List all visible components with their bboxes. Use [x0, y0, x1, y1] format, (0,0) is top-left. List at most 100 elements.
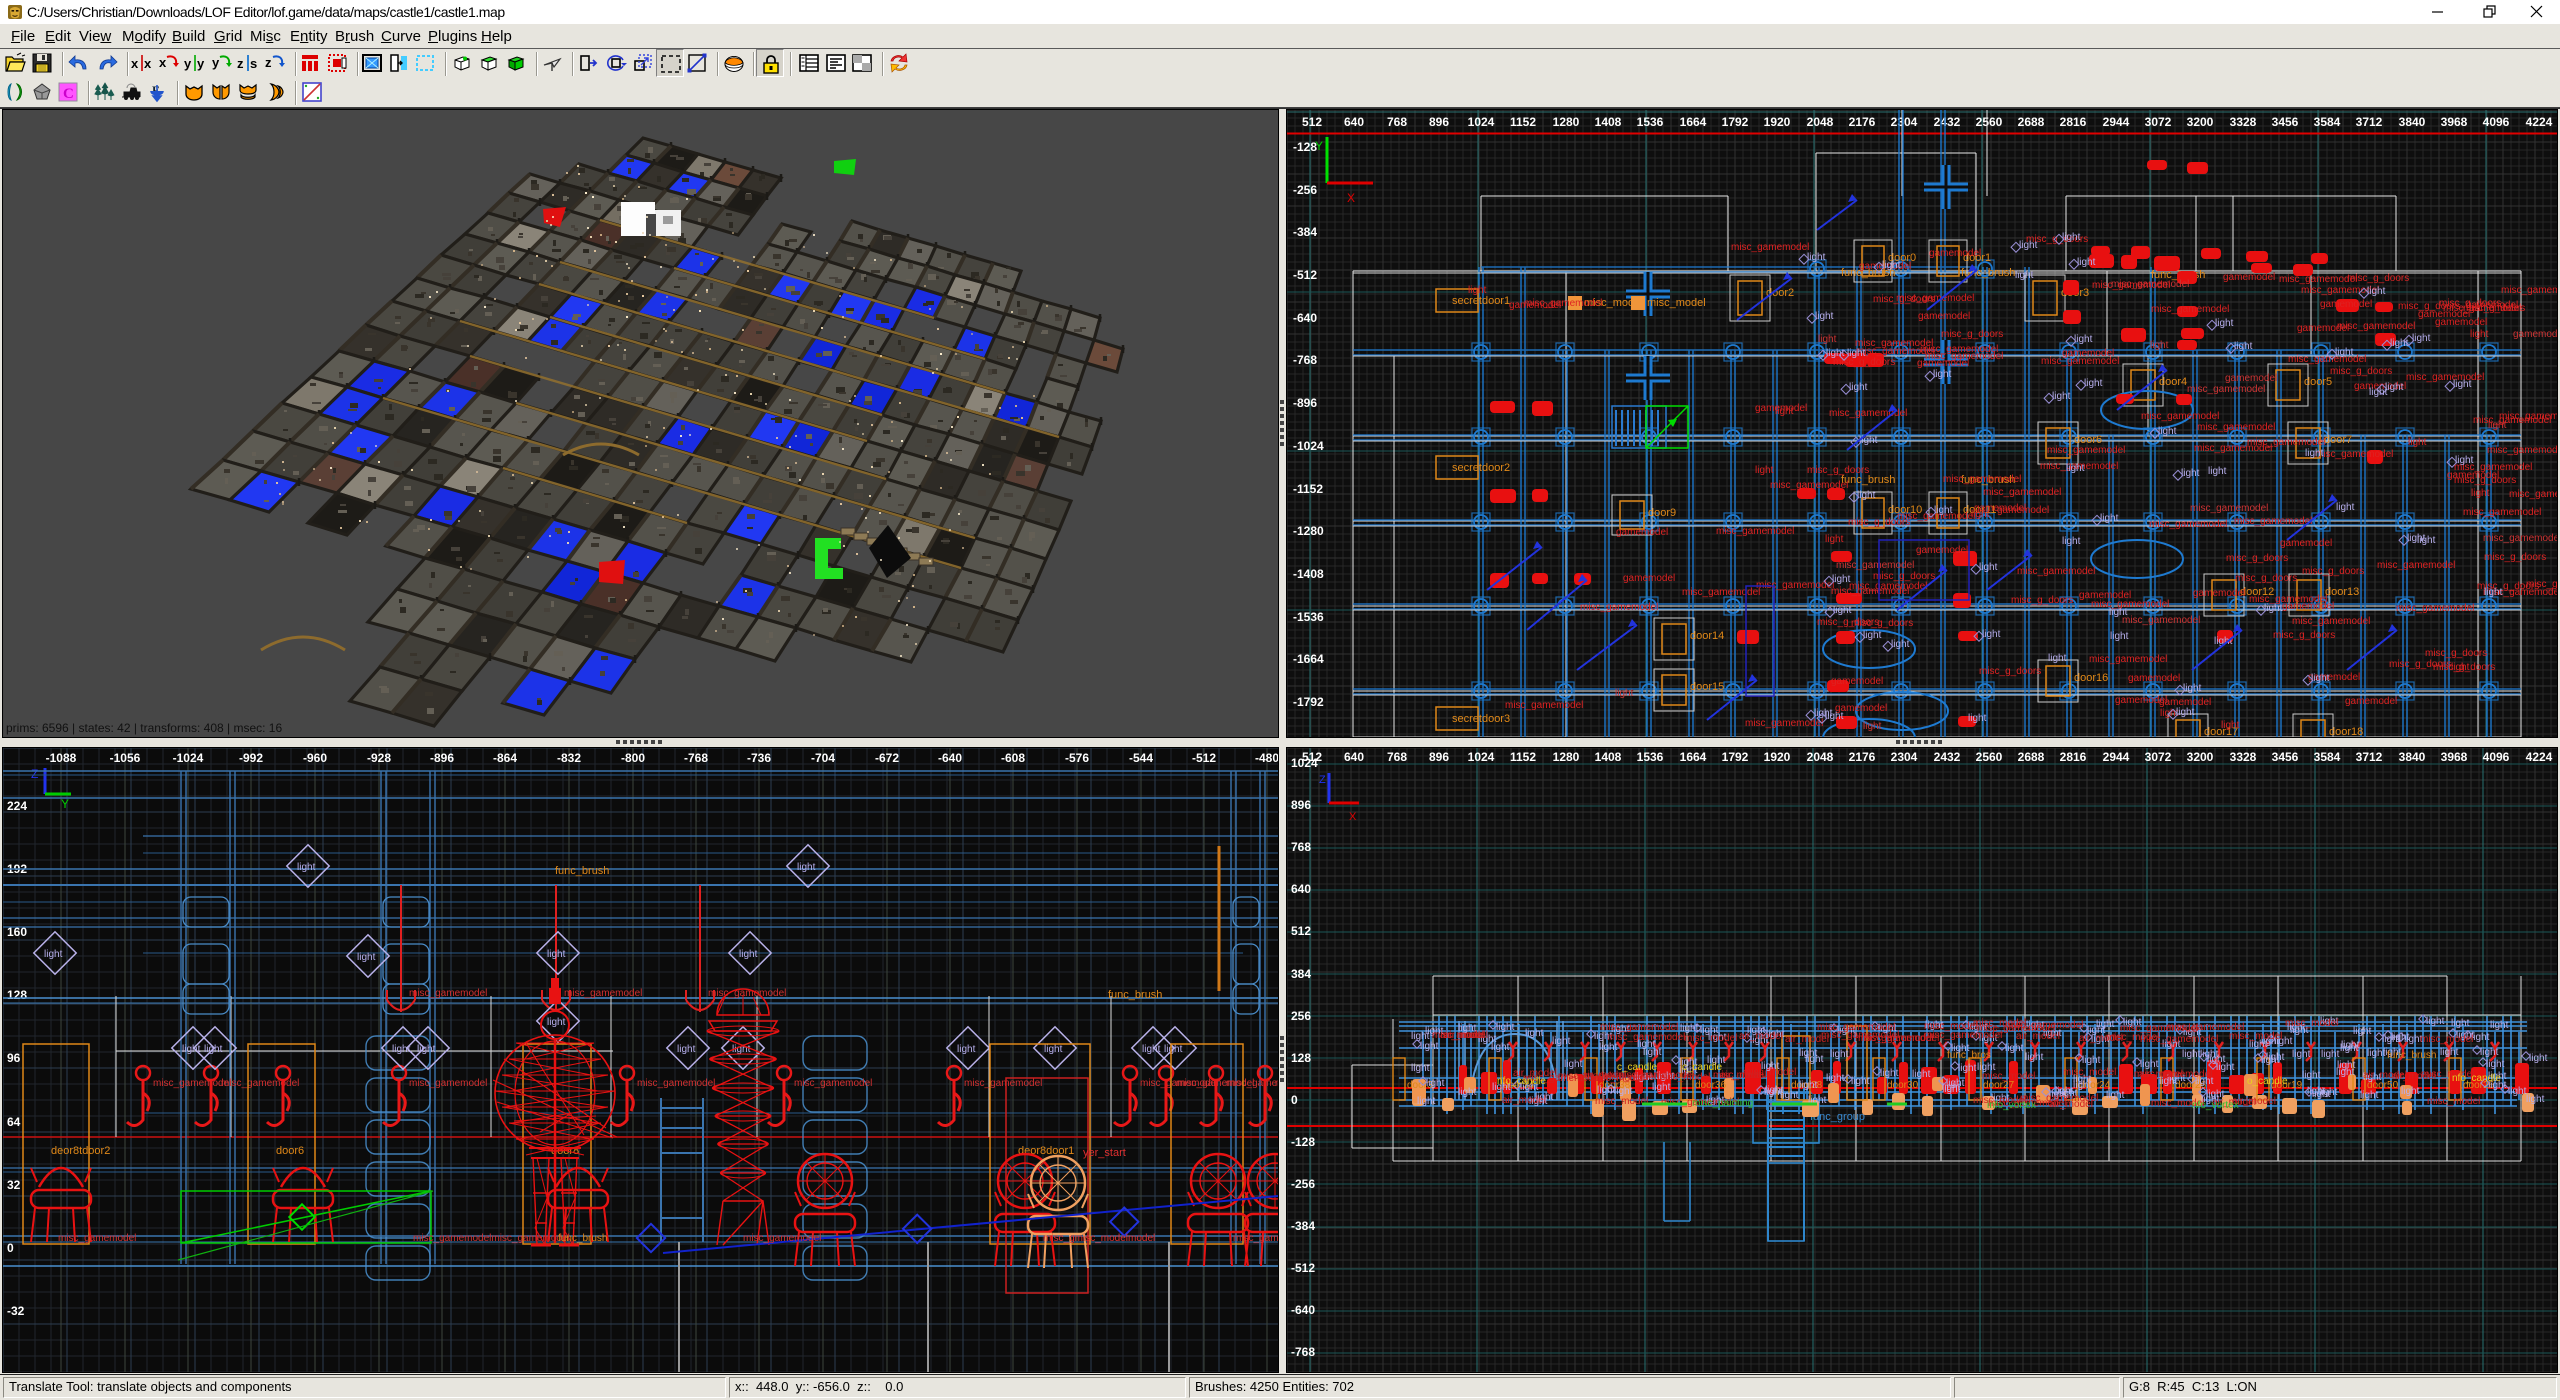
svg-text:light: light: [2401, 1086, 2420, 1097]
svg-text:gamemodel: gamemodel: [1831, 676, 1883, 687]
svg-text:light: light: [1468, 285, 1487, 296]
svg-text:3712: 3712: [2356, 750, 2383, 764]
svg-text:Z: Z: [1319, 774, 1326, 786]
svg-text:misc_gamemodel: misc_gamemodel: [1607, 1032, 1685, 1043]
svg-text:512: 512: [1291, 924, 1311, 938]
svg-text:768: 768: [1291, 840, 1311, 854]
svg-text:light: light: [2408, 437, 2427, 448]
svg-text:light: light: [1799, 1080, 1818, 1091]
svg-text:light: light: [44, 949, 63, 960]
svg-text:misc_model: misc_model: [1432, 1030, 1485, 1041]
svg-text:640: 640: [1344, 750, 1364, 764]
svg-text:misc_g_doors: misc_g_doors: [2454, 475, 2516, 486]
svg-text:3968: 3968: [2441, 750, 2468, 764]
svg-text:gamemodel: gamemodel: [2193, 588, 2245, 599]
svg-text:func_bros: func_bros: [1947, 1050, 1991, 1061]
svg-text:secretdoor1: secretdoor1: [1452, 295, 1510, 307]
svg-text:misc_model: misc_model: [2420, 1034, 2473, 1045]
svg-text:light: light: [2150, 340, 2169, 351]
svg-text:light: light: [2073, 1080, 2092, 1091]
svg-text:misc_gamemodel: misc_gamemodel: [1275, 1078, 1278, 1089]
svg-text:2304: 2304: [1891, 115, 1918, 129]
svg-text:light: light: [2335, 347, 2354, 358]
svg-text:1024: 1024: [1468, 115, 1495, 129]
svg-text:2304: 2304: [1891, 750, 1918, 764]
svg-text:light: light: [2074, 334, 2093, 345]
svg-text:light: light: [1857, 490, 1876, 501]
svg-text:light: light: [2367, 1048, 2386, 1059]
svg-text:misc_gamemodel: misc_gamemodel: [637, 1078, 715, 1089]
svg-text:3584: 3584: [2314, 115, 2341, 129]
svg-text:-896: -896: [430, 751, 454, 765]
svg-text:gamemodel: gamemodel: [2079, 590, 2131, 601]
svg-text:door15: door15: [1690, 681, 1724, 693]
svg-text:light: light: [2471, 1032, 2490, 1043]
svg-text:light: light: [2453, 379, 2472, 390]
svg-text:misc_gamemodel: misc_gamemodel: [1943, 474, 2021, 485]
svg-text:light: light: [2077, 257, 2096, 268]
svg-text:768: 768: [1387, 750, 1407, 764]
svg-text:misc_gamemodel: misc_gamemodel: [2120, 1023, 2198, 1034]
svg-text:misc_gamemodel: misc_gamemodel: [409, 988, 487, 999]
svg-text:light: light: [2490, 1020, 2509, 1031]
svg-text:func_brush: func_brush: [555, 865, 609, 877]
svg-text:light: light: [1142, 1044, 1161, 1055]
svg-text:light: light: [1807, 252, 1826, 263]
svg-text:3840: 3840: [2399, 750, 2426, 764]
svg-text:light: light: [1599, 1042, 1618, 1053]
svg-text:96: 96: [7, 1051, 21, 1065]
svg-text:z: z: [237, 56, 244, 71]
svg-text:gamemodel: gamemodel: [1623, 573, 1675, 584]
svg-text:z: z: [265, 55, 272, 70]
svg-text:misc_model: misc_model: [1684, 1033, 1737, 1044]
svg-text:-1024: -1024: [1293, 439, 1324, 453]
svg-text:door4: door4: [2159, 376, 2187, 388]
svg-text:deor8tdoor2: deor8tdoor2: [51, 1145, 110, 1157]
svg-text:light: light: [2451, 1018, 2470, 1029]
svg-text:light: light: [1830, 1049, 1849, 1060]
svg-text:2176: 2176: [1849, 115, 1876, 129]
svg-text:misc_gmisc_modelmodel: misc_gmisc_modelmodel: [1043, 1233, 1155, 1244]
svg-text:light: light: [1458, 1087, 1477, 1098]
svg-text:1152: 1152: [1510, 750, 1536, 764]
svg-text:128: 128: [7, 988, 27, 1002]
svg-text:misc_gamemodel: misc_gamemodel: [1983, 487, 2061, 498]
svg-text:2560: 2560: [1976, 750, 2003, 764]
svg-text:light: light: [2264, 603, 2283, 614]
svg-text:-896: -896: [1293, 396, 1317, 410]
svg-text:gamemodel: gamemodel: [1997, 505, 2049, 516]
svg-text:door13: door13: [2325, 586, 2359, 598]
svg-text:light: light: [1411, 1063, 1430, 1074]
svg-text:misc_gamemodel: misc_gamemodel: [2122, 615, 2200, 626]
svg-text:misc_gamemodel: misc_gamemodel: [2406, 372, 2484, 383]
svg-text:misc_gamemodel: misc_gamemodel: [2047, 445, 2125, 456]
svg-text:gamemodel: gamemodel: [1916, 545, 1968, 556]
svg-text:light: light: [2066, 463, 2085, 474]
svg-text:light: light: [2486, 1059, 2505, 1070]
svg-text:misc_gamemodel: misc_gamemodel: [2187, 384, 2265, 395]
svg-text:light: light: [2048, 653, 2067, 664]
svg-text:misc_gamemodel: misc_gamemodel: [794, 1078, 872, 1089]
svg-text:-1024: -1024: [173, 751, 204, 765]
svg-text:air_model: air_model: [1502, 1095, 1546, 1106]
svg-text:3328: 3328: [2230, 750, 2257, 764]
svg-text:640: 640: [1291, 882, 1311, 896]
svg-text:misc_gamemodel: misc_gamemodel: [1716, 526, 1794, 537]
svg-text:gamemodel: gamemodel: [2418, 309, 2470, 320]
svg-text:light: light: [297, 862, 316, 873]
svg-text:misc_gamemodel: misc_gamemodel: [1770, 480, 1848, 491]
svg-text:2944: 2944: [2103, 750, 2130, 764]
svg-text:misc_gamemodel: misc_gamemodel: [1580, 602, 1658, 613]
svg-text:768: 768: [1387, 115, 1407, 129]
svg-text:1920: 1920: [1764, 115, 1791, 129]
svg-text:door7: door7: [2324, 434, 2352, 446]
svg-text:light: light: [1775, 406, 1794, 417]
svg-text:light: light: [2390, 338, 2409, 349]
svg-text:gamemodel: gamemodel: [2320, 299, 2372, 310]
svg-text:light: light: [1982, 629, 2001, 640]
svg-text:gamemodel: gamemodel: [2128, 673, 2180, 684]
svg-text:C: C: [63, 86, 74, 102]
svg-text:misc_gamemodel: misc_gamemodel: [2190, 503, 2268, 514]
svg-text:-832: -832: [557, 751, 581, 765]
svg-text:misc_g_doors: misc_g_doors: [1848, 517, 1910, 528]
